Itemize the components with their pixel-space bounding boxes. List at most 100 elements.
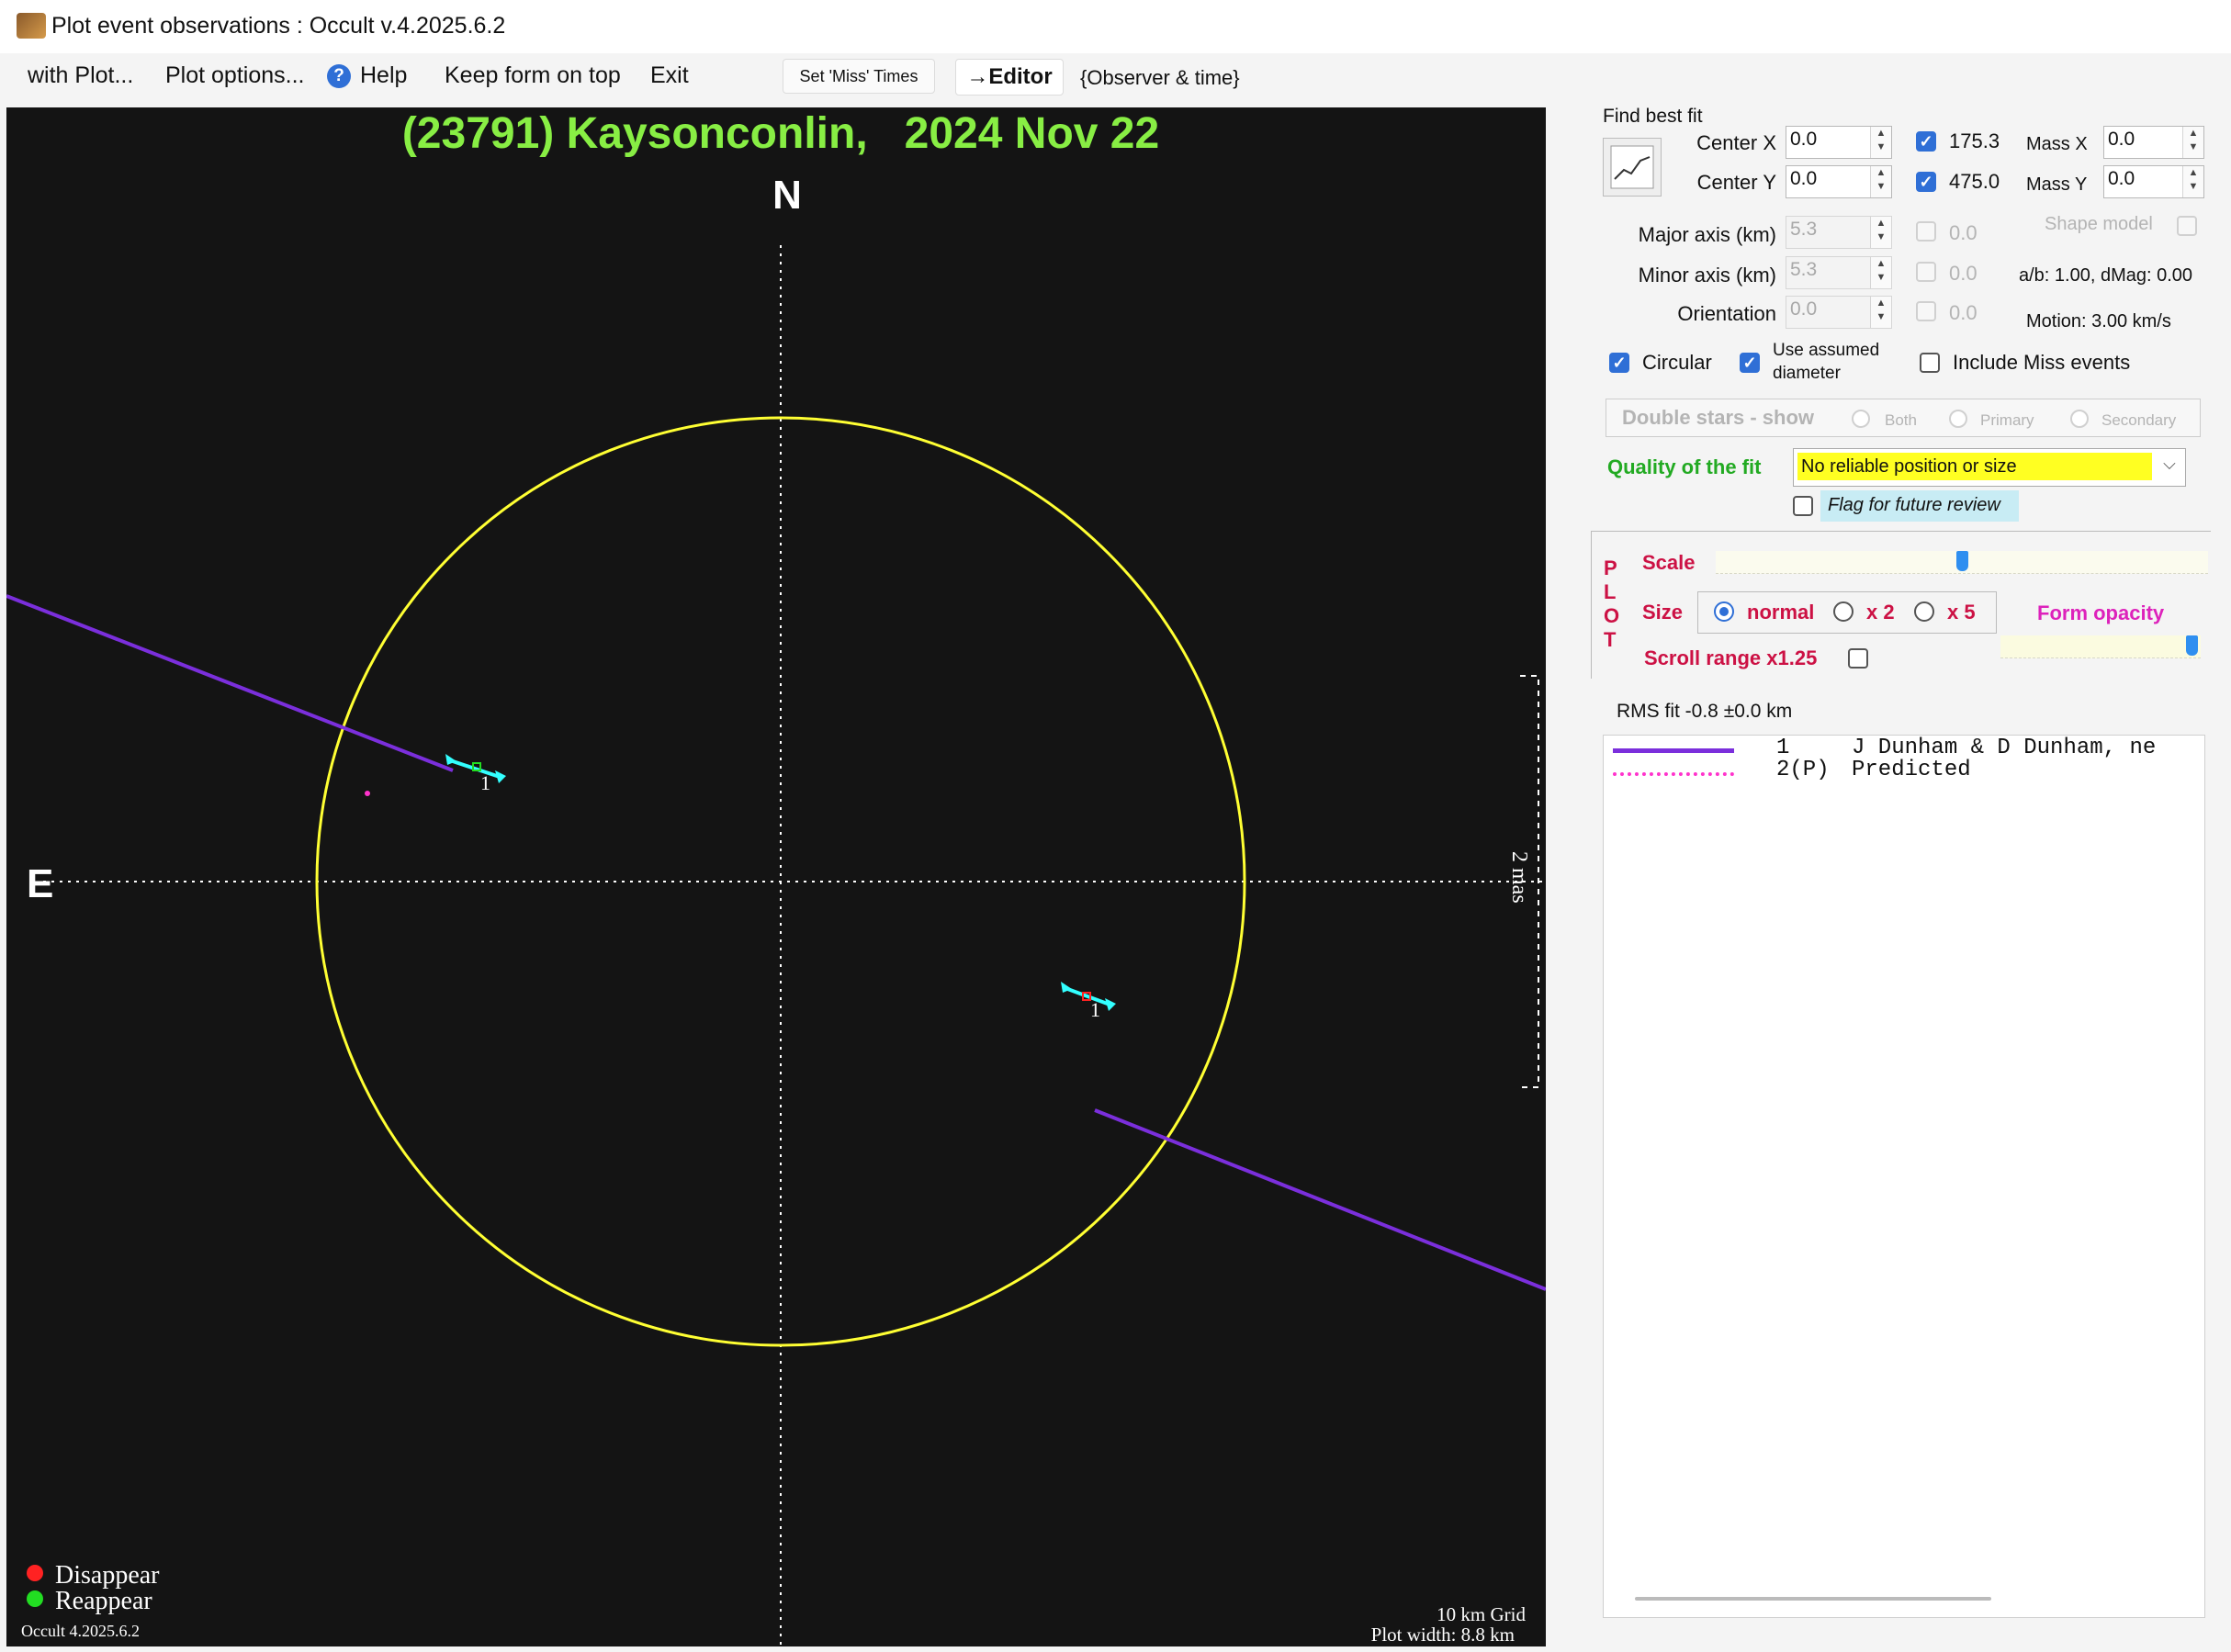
disappear-legend-dot	[27, 1565, 43, 1581]
size-x2-radio[interactable]	[1833, 601, 1854, 622]
fit-y-value: 475.0	[1949, 170, 2000, 193]
fit-orientation-checkbox[interactable]	[1916, 301, 1936, 321]
scroll-range-label: Scroll range x1.25	[1644, 646, 1818, 669]
disappear-marker	[445, 754, 506, 783]
fit-major-value: 0.0	[1949, 221, 1977, 244]
quality-value: No reliable position or size	[1797, 453, 2152, 480]
flag-review-label: Flag for future review	[1828, 495, 2000, 515]
center-y-input[interactable]: 0.0 ▲ ▼	[1786, 165, 1892, 198]
disappear-legend-label: Disappear	[55, 1561, 160, 1590]
plot-letter-t: T	[1604, 628, 1617, 651]
mass-y-input[interactable]: 0.0 ▲ ▼	[2103, 165, 2204, 198]
reappear-legend-label: Reappear	[55, 1587, 152, 1615]
double-stars-secondary-radio[interactable]	[2070, 410, 2089, 428]
chord-line-east	[1094, 1108, 1546, 1291]
plot-title: (23791) Kaysonconlin, 2024 Nov 22	[402, 109, 1159, 158]
motion-text: Motion: 3.00 km/s	[2026, 311, 2171, 332]
plot-letter-l: L	[1604, 580, 1617, 603]
observer-1-name: J Dunham & D Dunham, ne	[1852, 736, 2157, 760]
menu-with-plot[interactable]: with Plot...	[28, 62, 133, 89]
fit-x-checkbox[interactable]: ✓	[1916, 131, 1936, 152]
size-x5-radio[interactable]	[1914, 601, 1934, 622]
use-assumed-label-1: Use assumed	[1773, 341, 1880, 360]
double-stars-label: Double stars - show	[1622, 406, 1815, 429]
find-best-fit-button[interactable]	[1603, 138, 1662, 197]
fit-y-checkbox[interactable]: ✓	[1916, 172, 1936, 192]
horizontal-scrollbar[interactable]	[1635, 1597, 1991, 1601]
scale-label: 2 mas	[1507, 851, 1531, 904]
flag-review-checkbox[interactable]	[1793, 496, 1813, 516]
double-stars-both-label: Both	[1885, 411, 1917, 429]
circular-label: Circular	[1642, 351, 1712, 374]
chord-line-west	[6, 594, 454, 772]
mass-x-label: Mass X	[2026, 134, 2088, 154]
double-stars-primary-radio[interactable]	[1949, 410, 1967, 428]
chord-label-2: 1	[1090, 998, 1100, 1021]
plot-letter-o: O	[1604, 604, 1620, 627]
plot-canvas[interactable]: 1 1 (23791) Kaysonconlin, 2024 Nov 22 N …	[6, 107, 1546, 1646]
mass-x-input[interactable]: 0.0 ▲ ▼	[2103, 126, 2204, 159]
plot-width-text: Plot width: 8.8 km	[1371, 1624, 1515, 1646]
scale-slider-thumb[interactable]	[1956, 551, 1968, 571]
scale-label: Scale	[1642, 551, 1696, 574]
double-stars-primary-label: Primary	[1980, 411, 2034, 429]
shape-model-label: Shape model	[2045, 214, 2153, 234]
shape-model-checkbox[interactable]	[2177, 216, 2197, 236]
menu-help[interactable]: Help	[360, 62, 407, 89]
include-miss-label: Include Miss events	[1953, 351, 2131, 374]
double-stars-both-radio[interactable]	[1852, 410, 1870, 428]
scale-slider[interactable]	[1716, 551, 2208, 574]
east-label: E	[27, 861, 53, 906]
window-title: Plot event observations : Occult v.4.202…	[51, 13, 506, 39]
reappear-legend-dot	[27, 1590, 43, 1607]
quality-dropdown[interactable]: No reliable position or size ⌵	[1793, 448, 2186, 487]
form-opacity-label: Form opacity	[2037, 601, 2165, 624]
fit-major-checkbox[interactable]	[1916, 221, 1936, 242]
minor-axis-input[interactable]: 5.3 ▲ ▼	[1786, 256, 1892, 289]
menu-keep-on-top[interactable]: Keep form on top	[445, 62, 621, 89]
menu-exit[interactable]: Exit	[650, 62, 689, 89]
opacity-slider-thumb[interactable]	[2186, 635, 2198, 656]
app-icon	[17, 13, 46, 39]
center-x-input[interactable]: 0.0 ▲ ▼	[1786, 126, 1892, 159]
fit-minor-value: 0.0	[1949, 262, 1977, 285]
orientation-input[interactable]: 0.0 ▲ ▼	[1786, 296, 1892, 329]
help-icon[interactable]: ?	[327, 64, 351, 88]
menu-plot-options[interactable]: Plot options...	[165, 62, 304, 89]
center-x-label: Center X	[1696, 131, 1776, 154]
minor-axis-label: Minor axis (km)	[1638, 264, 1776, 287]
fit-minor-checkbox[interactable]	[1916, 262, 1936, 282]
scroll-range-checkbox[interactable]	[1848, 648, 1868, 669]
observer-1-number: 1	[1776, 736, 1790, 760]
size-label: Size	[1642, 601, 1684, 624]
mass-y-label: Mass Y	[2026, 174, 2088, 195]
find-best-fit-label: Find best fit	[1603, 106, 1703, 127]
size-normal-radio[interactable]	[1714, 601, 1734, 622]
size-x5-label: x 5	[1947, 601, 1976, 624]
set-miss-times-button[interactable]: Set 'Miss' Times	[783, 59, 935, 94]
quality-label: Quality of the fit	[1607, 455, 1762, 478]
ab-dmag-text: a/b: 1.00, dMag: 0.00	[2019, 265, 2193, 286]
orientation-label: Orientation	[1677, 302, 1776, 325]
center-y-label: Center Y	[1696, 171, 1776, 194]
chevron-down-icon: ⌵	[2163, 455, 2176, 473]
include-miss-checkbox[interactable]	[1920, 353, 1940, 373]
version-text: Occult 4.2025.6.2	[21, 1622, 140, 1640]
size-x2-label: x 2	[1866, 601, 1895, 624]
circular-checkbox[interactable]: ✓	[1609, 353, 1629, 373]
major-axis-label: Major axis (km)	[1638, 223, 1776, 246]
observer-2-name: Predicted	[1852, 758, 1971, 782]
north-label: N	[772, 173, 802, 218]
chart-icon	[1610, 145, 1654, 189]
use-assumed-diameter-checkbox[interactable]: ✓	[1740, 353, 1760, 373]
opacity-slider[interactable]	[2000, 635, 2201, 658]
plot-svg: 1 1 (23791) Kaysonconlin, 2024 Nov 22 N …	[6, 109, 1546, 1646]
observer-2-number: 2(P)	[1776, 758, 1830, 782]
rms-fit-text: RMS fit -0.8 ±0.0 km	[1617, 701, 1793, 722]
observer-1-line	[1613, 748, 1734, 753]
observer-time-link[interactable]: {Observer & time}	[1080, 66, 1240, 90]
plot-letter-p: P	[1604, 556, 1617, 579]
observer-list[interactable]: 1 J Dunham & D Dunham, ne 2(P) Predicted	[1603, 735, 2205, 1618]
editor-button[interactable]: →Editor	[955, 59, 1064, 96]
major-axis-input[interactable]: 5.3 ▲ ▼	[1786, 216, 1892, 249]
